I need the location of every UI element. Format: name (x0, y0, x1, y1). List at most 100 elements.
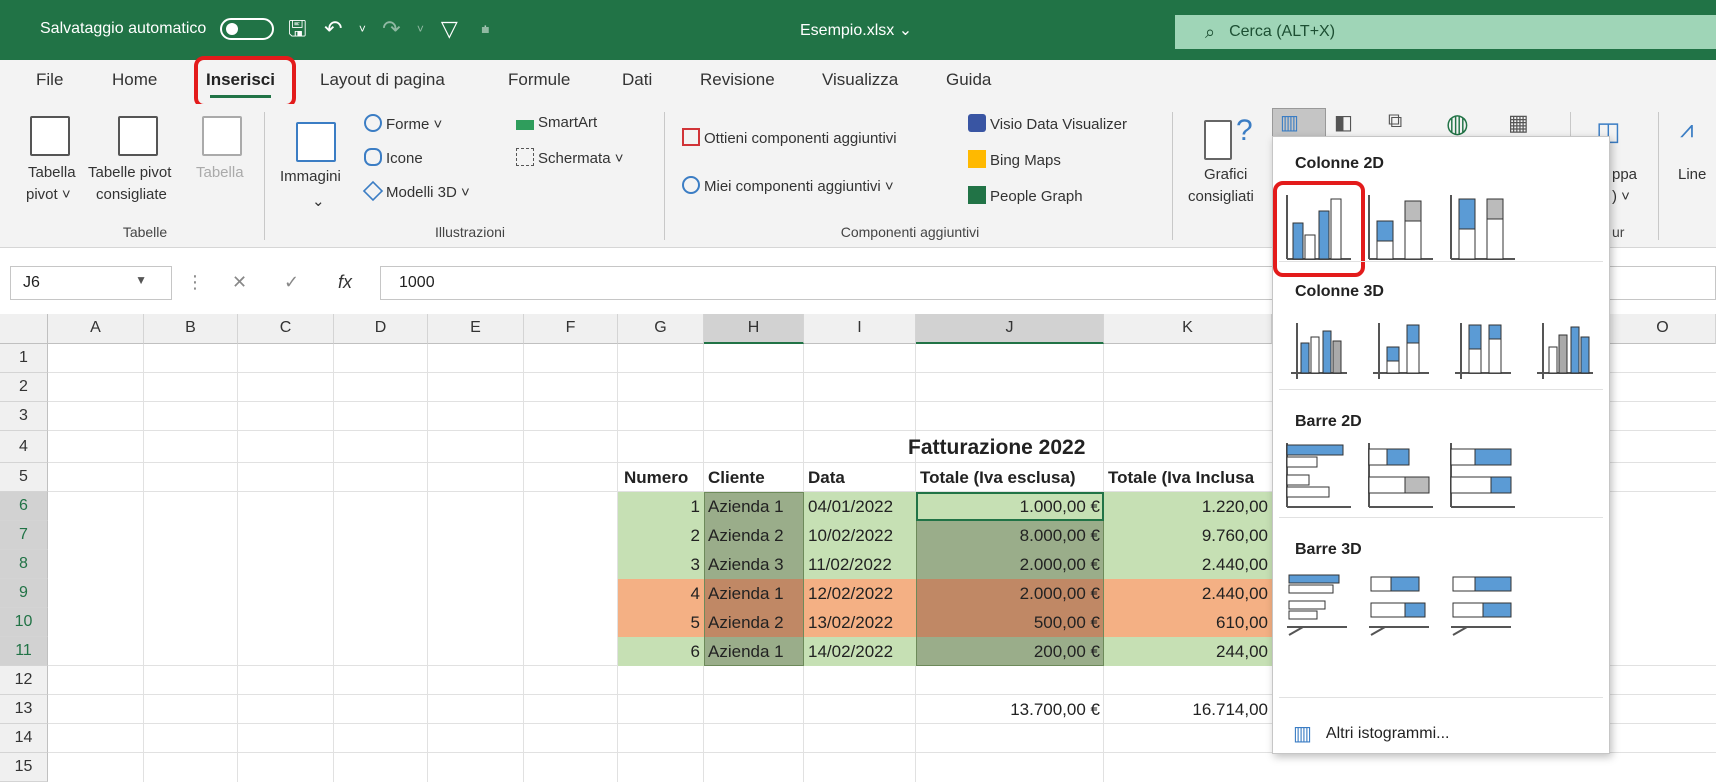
cell-cliente[interactable]: Azienda 1 (704, 580, 804, 608)
function-icon[interactable]: fx (338, 272, 352, 293)
my-addins-button[interactable]: Miei componenti aggiuntivi ˅ (682, 176, 894, 195)
col-header-k[interactable]: K (1104, 314, 1272, 344)
cell-data[interactable]: 11/02/2022 (804, 551, 916, 579)
cell-data[interactable]: 12/02/2022 (804, 580, 916, 608)
col-header-g[interactable]: G (618, 314, 704, 344)
pivot-table-label-2[interactable]: pivot ˅ (26, 186, 71, 203)
tab-visualizza[interactable]: Visualizza (822, 70, 898, 90)
row-header-9[interactable]: 9 (0, 579, 48, 608)
cell-totale-inclusa[interactable]: 1.220,00 (1104, 493, 1272, 521)
cell-numero[interactable]: 5 (618, 609, 704, 637)
3d-100-stacked-bar-icon[interactable] (1447, 567, 1519, 639)
sparkline-line-icon[interactable]: ⩘ (1680, 116, 1694, 144)
row-header-6[interactable]: 6 (0, 492, 48, 521)
cell-totale-esclusa[interactable]: 2.000,00 € (916, 551, 1104, 579)
col-header-e[interactable]: E (428, 314, 524, 344)
col-header-h[interactable]: H (704, 314, 804, 344)
customize-qat-icon[interactable]: ⩧ (472, 18, 498, 40)
3d-clustered-bar-icon[interactable] (1283, 567, 1355, 639)
stacked-bar-icon[interactable] (1365, 439, 1437, 511)
col-header-o[interactable]: O (1610, 314, 1716, 344)
pivot-table-icon[interactable] (30, 116, 70, 156)
3d-stacked-bar-icon[interactable] (1365, 567, 1437, 639)
clustered-bar-icon[interactable] (1283, 439, 1355, 511)
redo-icon[interactable]: ↷ (378, 18, 404, 40)
tab-revisione[interactable]: Revisione (700, 70, 775, 90)
tab-guida[interactable]: Guida (946, 70, 991, 90)
bing-maps-button[interactable]: Bing Maps (968, 150, 1061, 169)
search-box[interactable]: ⌕ Cerca (ALT+X) (1175, 15, 1716, 49)
get-addins-button[interactable]: Ottieni componenti aggiuntivi (682, 128, 897, 147)
images-label[interactable]: Immagini (280, 168, 341, 185)
3d-stacked-column-icon[interactable] (1365, 313, 1437, 385)
recommended-pivot-label[interactable]: Tabelle pivot (88, 164, 171, 181)
images-dropdown-icon[interactable]: ⌄ (312, 192, 325, 210)
name-box-dropdown-icon[interactable]: ▼ (135, 273, 147, 287)
cell-total-inclusa[interactable]: 16.714,00 (1104, 696, 1272, 724)
cell-numero[interactable]: 2 (618, 522, 704, 550)
col-header-i[interactable]: I (804, 314, 916, 344)
cell-totale-esclusa[interactable]: 200,00 € (916, 638, 1104, 666)
table-icon[interactable] (202, 116, 242, 156)
icons-button[interactable]: Icone (364, 148, 423, 167)
row-header-1[interactable]: 1 (0, 344, 48, 373)
cell-total-esclusa[interactable]: 13.700,00 € (916, 696, 1104, 724)
enter-icon[interactable]: ✓ (284, 272, 299, 293)
cell-totale-inclusa[interactable]: 244,00 (1104, 638, 1272, 666)
cell-totale-esclusa[interactable]: 1.000,00 € (916, 493, 1104, 521)
sparkline-line-label[interactable]: Line (1678, 166, 1706, 183)
3d-map-label[interactable]: ppa (1612, 166, 1637, 183)
tab-dati[interactable]: Dati (622, 70, 652, 90)
row-header-12[interactable]: 12 (0, 666, 48, 695)
screenshot-button[interactable]: Schermata ˅ (516, 148, 623, 167)
redo-dropdown-icon[interactable]: ˅ (414, 18, 426, 40)
row-header-8[interactable]: 8 (0, 550, 48, 579)
pivot-chart-icon[interactable]: ▦ (1508, 110, 1529, 136)
row-header-5[interactable]: 5 (0, 463, 48, 492)
3d-100-stacked-column-icon[interactable] (1447, 313, 1519, 385)
cell-totale-inclusa[interactable]: 610,00 (1104, 609, 1272, 637)
recommended-pivot-label-2[interactable]: consigliate (96, 186, 167, 203)
3d-column-icon[interactable] (1529, 313, 1601, 385)
row-header-3[interactable]: 3 (0, 402, 48, 431)
waterfall-chart-icon[interactable]: ⧉ (1388, 110, 1402, 133)
cell-numero[interactable]: 6 (618, 638, 704, 666)
tab-formule[interactable]: Formule (508, 70, 570, 90)
cell-data[interactable]: 13/02/2022 (804, 609, 916, 637)
col-header-a[interactable]: A (48, 314, 144, 344)
cell-totale-esclusa[interactable]: 8.000,00 € (916, 522, 1104, 550)
cell-cliente[interactable]: Azienda 1 (704, 638, 804, 666)
cell-data[interactable]: 14/02/2022 (804, 638, 916, 666)
name-box[interactable]: J6 ▼ (10, 266, 172, 300)
cell-totale-esclusa[interactable]: 2.000,00 € (916, 580, 1104, 608)
3d-clustered-column-icon[interactable] (1283, 313, 1355, 385)
cell-data[interactable]: 10/02/2022 (804, 522, 916, 550)
visio-button[interactable]: Visio Data Visualizer (968, 114, 1127, 133)
undo-icon[interactable]: ↶ (320, 18, 346, 40)
cell-numero[interactable]: 3 (618, 551, 704, 579)
stacked-column-icon[interactable] (1365, 191, 1437, 263)
images-icon[interactable] (296, 122, 336, 162)
row-header-14[interactable]: 14 (0, 724, 48, 753)
autosave-toggle[interactable] (220, 18, 275, 40)
row-header-4[interactable]: 4 (0, 431, 48, 463)
pivot-table-label[interactable]: Tabella (28, 164, 76, 181)
cell-cliente[interactable]: Azienda 3 (704, 551, 804, 579)
tab-home[interactable]: Home (112, 70, 157, 90)
undo-dropdown-icon[interactable]: ˅ (356, 18, 368, 40)
col-header-j[interactable]: J (916, 314, 1104, 344)
row-header-2[interactable]: 2 (0, 373, 48, 402)
table-label[interactable]: Tabella (196, 164, 244, 181)
cell-data[interactable]: 04/01/2022 (804, 493, 916, 521)
cell-cliente[interactable]: Azienda 2 (704, 522, 804, 550)
row-header-15[interactable]: 15 (0, 753, 48, 782)
more-column-charts-button[interactable]: ▥ Altri istogrammi... (1293, 721, 1449, 746)
3d-map-label-2[interactable]: ) ˅ (1612, 188, 1630, 205)
save-icon[interactable]: 🖫 (284, 18, 310, 40)
filename[interactable]: Esempio.xlsx ⌄ (800, 20, 912, 40)
row-header-13[interactable]: 13 (0, 695, 48, 724)
col-header-f[interactable]: F (524, 314, 618, 344)
hierarchy-chart-icon[interactable]: ◧ (1334, 110, 1353, 135)
cell-totale-inclusa[interactable]: 2.440,00 (1104, 551, 1272, 579)
cancel-icon[interactable]: ✕ (232, 272, 247, 293)
